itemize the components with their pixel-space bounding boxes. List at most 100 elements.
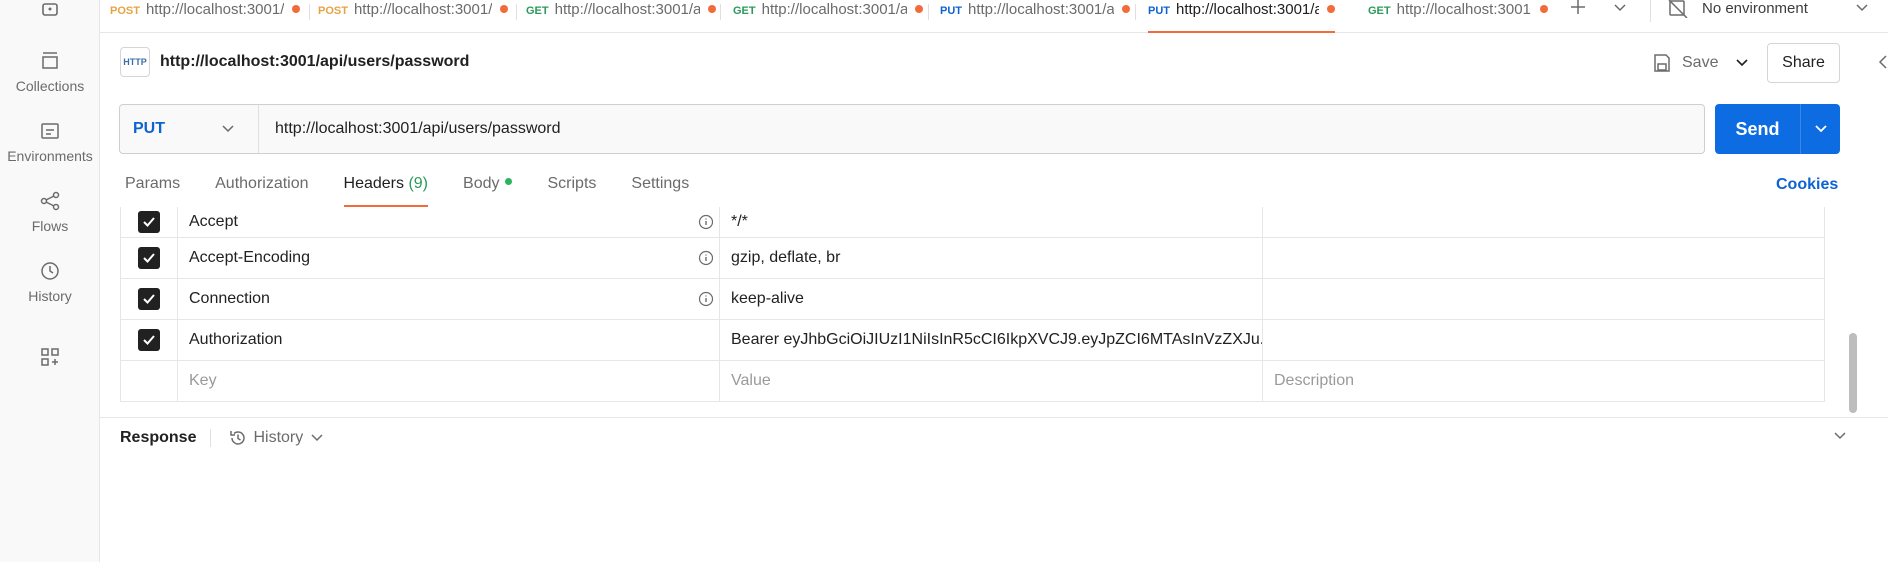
tab-divider [516,4,517,20]
request-tab[interactable]: GET http://localhost:3001/a [733,0,923,33]
right-panel-toggle-icon[interactable] [1872,52,1888,72]
tabs-chevron-down-icon[interactable] [1612,2,1628,14]
tab-body[interactable]: Body [463,175,513,207]
environment-label: No environment [1702,0,1808,17]
request-tab[interactable]: POST http://localhost:3001/ [110,0,305,33]
request-tab[interactable]: PUT http://localhost:3001/a [940,0,1130,33]
checkmark-icon [143,294,155,304]
tab-method: POST [318,5,348,17]
request-tab[interactable]: GET http://localhost:3001/a [526,0,716,33]
send-options-button[interactable] [1801,123,1840,135]
sidebar-item-flows[interactable]: Flows [0,190,100,234]
header-key: Authorization [189,331,283,348]
unsaved-dot-icon [1540,5,1548,13]
header-value: */* [731,213,748,230]
table-row: Authorization Bearer eyJhbGciOiJIUzI1NiI… [120,320,1825,361]
checkmark-icon [143,335,155,345]
header-value-cell[interactable]: */* [720,207,1263,237]
tab-divider [1135,4,1136,20]
response-title-divider [210,429,212,447]
table-row: Accept-Encoding gzip, deflate, br [120,238,1825,279]
lock-icon[interactable] [38,0,62,16]
header-value: gzip, deflate, br [731,249,841,266]
info-icon[interactable] [698,250,714,266]
request-title[interactable]: http://localhost:3001/api/users/password [160,53,469,71]
cookies-link[interactable]: Cookies [1776,176,1838,194]
row-checkbox[interactable] [138,247,160,269]
info-icon[interactable] [698,291,714,307]
save-options-button[interactable] [1728,48,1756,78]
tab-url: http://localhost:3001/a [968,1,1114,18]
sidebar-item-environments[interactable]: Environments [0,120,100,164]
tab-headers-label: Headers [343,175,404,192]
tab-headers[interactable]: Headers (9) [343,175,428,207]
request-tab[interactable]: GET http://localhost:3001 [1368,0,1548,33]
method-select[interactable]: PUT [120,105,259,153]
request-title-bar: HTTP http://localhost:3001/api/users/pas… [120,47,469,77]
save-button[interactable]: Save [1652,48,1718,78]
collections-icon [42,52,58,69]
table-row-new: Key Value Description [120,361,1825,402]
scrollbar-thumb[interactable] [1849,333,1857,413]
chevron-down-icon [1856,4,1868,12]
sidebar-item-configure[interactable] [0,346,100,374]
header-description-cell[interactable] [1263,320,1824,360]
header-value-cell[interactable]: Bearer eyJhbGciOiJIUzI1NiIsInR5cCI6IkpXV… [720,320,1263,360]
body-indicator-dot-icon [505,178,513,186]
info-icon[interactable] [698,214,714,230]
tab-authorization[interactable]: Authorization [215,175,308,207]
tab-method: POST [110,5,140,17]
row-checkbox[interactable] [138,211,160,233]
header-key-cell[interactable]: Connection [178,279,720,319]
tab-settings[interactable]: Settings [631,175,689,207]
tab-divider [720,4,721,20]
row-checkbox[interactable] [138,288,160,310]
header-key-cell[interactable]: Authorization [178,320,720,360]
env-divider [1650,0,1651,22]
tab-scripts[interactable]: Scripts [547,175,596,207]
header-key-cell[interactable]: Accept-Encoding [178,238,720,278]
header-description-cell[interactable] [1263,238,1824,278]
tab-url: http://localhost:3001/a [554,1,700,18]
header-description-cell[interactable] [1263,279,1824,319]
new-value-input[interactable]: Value [720,361,1263,401]
sidebar-item-collections[interactable]: Collections [0,50,100,94]
header-description-cell[interactable] [1263,207,1824,237]
url-bar: PUT [119,104,1705,154]
response-divider[interactable] [100,417,1888,418]
request-tab-active[interactable]: PUT http://localhost:3001/a [1148,0,1335,33]
response-history-button[interactable]: History [229,429,325,447]
row-checkbox[interactable] [138,329,160,351]
http-request-icon: HTTP [120,47,150,77]
save-label: Save [1682,54,1719,71]
header-value-cell[interactable]: keep-alive [720,279,1263,319]
header-key-cell[interactable]: Accept [178,207,720,237]
new-tab-plus-icon[interactable] [1568,0,1588,16]
unsaved-dot-icon [915,5,923,13]
sidebar-item-label: Environments [7,148,93,164]
environments-icon [41,123,59,139]
checkmark-icon [143,253,155,263]
new-key-input[interactable]: Key [178,361,720,401]
tab-params[interactable]: Params [125,175,180,207]
add-workbench-icon [41,348,59,366]
collapse-response-chevron-icon[interactable] [1832,430,1848,442]
sidebar-item-label: Flows [31,218,69,234]
tab-method: GET [1368,5,1391,17]
sidebar-item-history[interactable]: History [0,260,100,304]
share-button[interactable]: Share [1767,43,1840,83]
table-row: Connection keep-alive [120,279,1825,320]
request-tab[interactable]: POST http://localhost:3001/ [318,0,513,33]
save-icon [1654,54,1670,72]
url-input[interactable] [259,105,1704,153]
send-button[interactable]: Send [1715,119,1800,140]
environment-selector[interactable]: No environment [1668,0,1870,26]
new-description-input[interactable]: Description [1263,361,1824,401]
row-checkbox-cell [121,238,178,278]
checkmark-icon [143,217,155,227]
request-subtabs: Params Authorization Headers (9) Body Sc… [125,175,724,207]
table-row: Accept */* [120,207,1825,238]
row-checkbox-cell [121,320,178,360]
unsaved-dot-icon [708,5,716,13]
header-value-cell[interactable]: gzip, deflate, br [720,238,1263,278]
